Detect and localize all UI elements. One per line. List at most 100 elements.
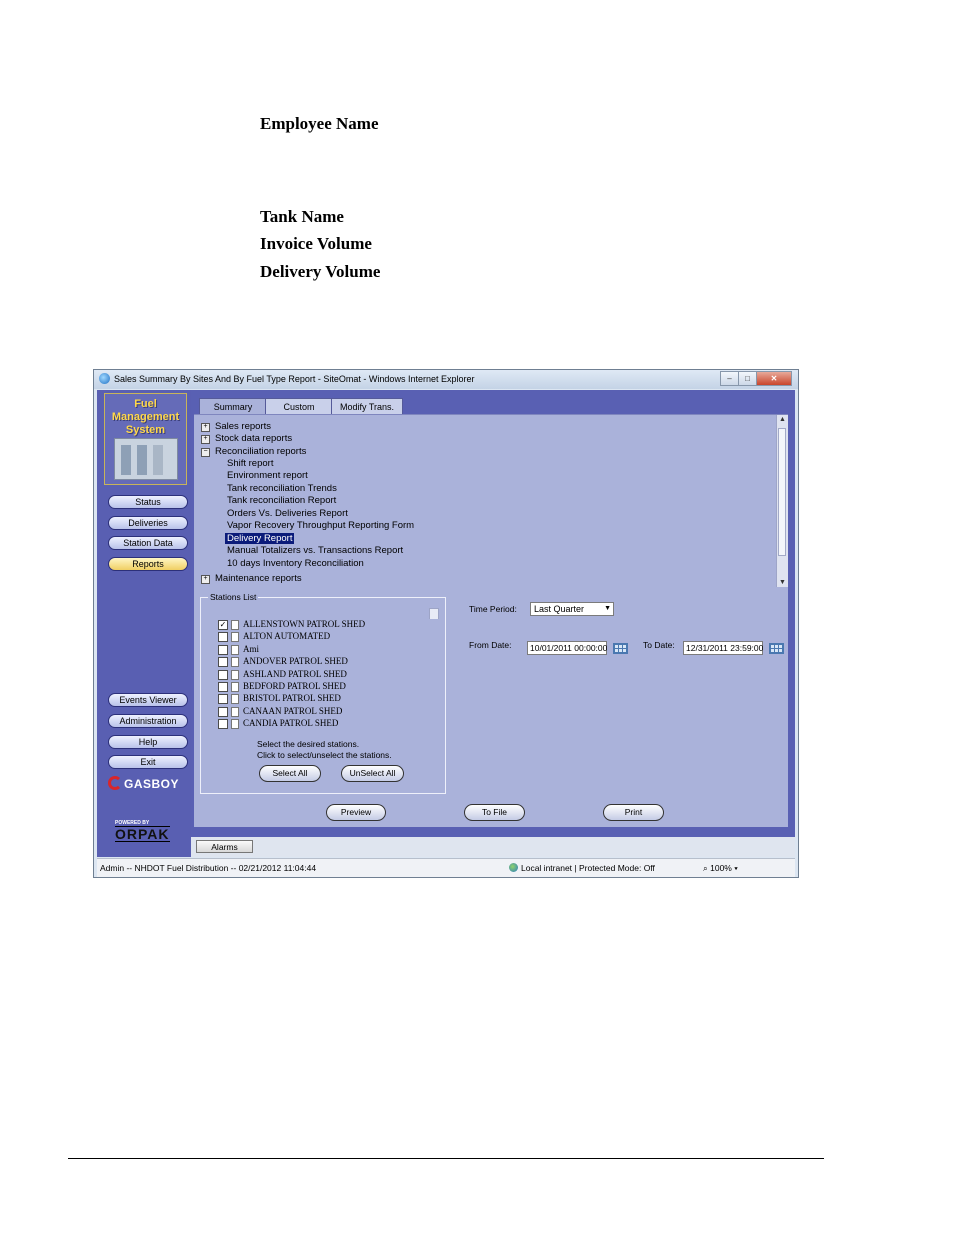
alarms-button[interactable]: Alarms	[196, 840, 253, 853]
tree-item-tank-reconciliation-report[interactable]: Tank reconciliation Report	[227, 495, 336, 506]
zoom-control[interactable]: ⌕ 100% ▾	[703, 863, 738, 874]
nav-status-button[interactable]: Status	[108, 495, 188, 509]
tree-item-tank-reconciliation-trends[interactable]: Tank reconciliation Trends	[227, 483, 337, 494]
stations-list: ✓ ALLENSTOWN PATROL SHED ALTON AUTOMATED Am…	[218, 619, 443, 743]
expand-maintenance-icon[interactable]: +	[201, 575, 210, 584]
station-name: BEDFORD PATROL SHED	[243, 681, 346, 691]
tree-item-vapor-recovery[interactable]: Vapor Recovery Throughput Reporting Form	[227, 520, 414, 531]
to-calendar-icon[interactable]	[769, 643, 784, 654]
station-name: CANDIA PATROL SHED	[243, 718, 339, 729]
scroll-up-icon[interactable]: ▲	[777, 416, 788, 423]
tree-item-shift-report[interactable]: Shift report	[227, 458, 273, 469]
administration-button[interactable]: Administration	[108, 714, 188, 728]
tree-item-sales-reports[interactable]: Sales reports	[215, 421, 271, 432]
time-period-value: Last Quarter	[534, 604, 585, 614]
tab-custom[interactable]: Custom	[265, 398, 333, 414]
preview-button[interactable]: Preview	[326, 804, 386, 821]
station-checkbox[interactable]: ✓	[218, 620, 228, 630]
station-checkbox[interactable]	[218, 694, 228, 705]
time-period-select[interactable]: Last Quarter ▼	[530, 602, 614, 616]
station-checkbox[interactable]	[218, 682, 228, 692]
station-checkbox[interactable]	[218, 706, 228, 717]
station-name: Ami	[243, 643, 260, 654]
scroll-down-icon[interactable]: ▼	[777, 579, 788, 586]
maximize-button[interactable]: □	[738, 371, 757, 386]
expand-stock-icon[interactable]: +	[201, 435, 210, 444]
title-bar[interactable]: Sales Summary By Sites And By Fuel Type …	[94, 370, 798, 389]
dropdown-arrow-icon: ▼	[604, 605, 611, 612]
station-document-icon	[231, 644, 239, 655]
stations-list-group: Stations List ✓ ALLENSTOWN PATROL SHED ALT…	[200, 592, 446, 794]
to-file-button[interactable]: To File	[464, 804, 525, 821]
station-checkbox[interactable]	[218, 657, 228, 668]
from-date-input[interactable]: 10/01/2011 00:00:00	[527, 641, 607, 655]
station-document-icon	[231, 706, 239, 717]
report-tree: + Sales reports + Stock data reports − R…	[194, 414, 788, 587]
station-name: CANAAN PATROL SHED	[243, 705, 343, 716]
station-document-icon	[231, 632, 239, 643]
nav-reports-button[interactable]: Reports	[108, 557, 188, 571]
stations-list-legend: Stations List	[208, 592, 259, 602]
tree-item-10-days-inventory[interactable]: 10 days Inventory Reconciliation	[227, 558, 364, 569]
station-document-icon	[231, 620, 239, 630]
station-document-icon	[231, 657, 239, 668]
stations-hint-click: Click to select/unselect the stations.	[257, 750, 392, 760]
doc-label-invoice-volume: Invoice Volume	[260, 234, 372, 253]
minimize-button[interactable]: –	[720, 371, 739, 386]
report-options-panel: Stations List ✓ ALLENSTOWN PATROL SHED ALT…	[194, 587, 788, 827]
gasboy-logo: GASBOY	[108, 776, 179, 791]
globe-icon	[509, 863, 518, 872]
tree-item-environment-report[interactable]: Environment report	[227, 470, 308, 481]
station-name: ALLENSTOWN PATROL SHED	[243, 619, 366, 629]
to-date-input[interactable]: 12/31/2011 23:59:00	[683, 641, 763, 655]
tree-item-reconciliation-reports[interactable]: Reconciliation reports	[215, 446, 306, 457]
print-button[interactable]: Print	[603, 804, 664, 821]
orpak-text: ORPAK	[115, 826, 170, 842]
tree-item-stock-data-reports[interactable]: Stock data reports	[215, 433, 292, 444]
unselect-all-button[interactable]: UnSelect All	[341, 765, 404, 782]
events-viewer-button[interactable]: Events Viewer	[108, 693, 188, 707]
tab-modify-trans[interactable]: Modify Trans.	[331, 398, 403, 414]
tree-scrollbar[interactable]: ▲ ▼	[776, 415, 788, 587]
tree-scroll-thumb[interactable]	[778, 428, 786, 556]
logo-line-system: System	[125, 424, 166, 436]
collapse-reconciliation-icon[interactable]: −	[201, 448, 210, 457]
station-checkbox[interactable]	[218, 719, 228, 730]
time-period-label: Time Period:	[469, 604, 517, 614]
doc-label-delivery-volume: Delivery Volume	[260, 262, 381, 281]
close-button[interactable]: ✕	[756, 371, 792, 386]
help-button[interactable]: Help	[108, 735, 188, 749]
tree-item-manual-totalizers[interactable]: Manual Totalizers vs. Transactions Repor…	[227, 545, 403, 556]
station-document-icon	[231, 694, 239, 705]
from-calendar-icon[interactable]	[613, 643, 628, 654]
status-session-text: Admin -- NHDOT Fuel Distribution -- 02/2…	[100, 863, 317, 873]
tree-item-orders-vs-deliveries[interactable]: Orders Vs. Deliveries Report	[227, 508, 348, 519]
station-checkbox[interactable]	[218, 632, 228, 643]
station-document-icon	[231, 669, 239, 680]
tab-summary[interactable]: Summary	[199, 398, 267, 414]
fms-logo: Fuel Management System	[104, 393, 187, 485]
doc-label-employee-name: Employee Name	[260, 114, 379, 133]
select-all-button[interactable]: Select All	[259, 765, 321, 782]
station-name: ALTON AUTOMATED	[243, 631, 331, 642]
from-date-label: From Date:	[469, 640, 512, 650]
doc-label-tank-name: Tank Name	[260, 207, 344, 226]
station-name: BRISTOL PATROL SHED	[243, 693, 341, 704]
security-zone[interactable]: Local intranet | Protected Mode: Off	[509, 863, 655, 873]
browser-window: Sales Summary By Sites And By Fuel Type …	[93, 369, 799, 878]
nav-deliveries-button[interactable]: Deliveries	[108, 516, 188, 530]
station-document-icon	[231, 682, 239, 692]
expand-sales-icon[interactable]: +	[201, 423, 210, 432]
tree-item-maintenance-reports[interactable]: Maintenance reports	[215, 573, 302, 584]
station-checkbox[interactable]	[218, 669, 228, 680]
nav-station-data-button[interactable]: Station Data	[108, 536, 188, 550]
station-checkbox[interactable]	[218, 644, 228, 655]
sidebar: Fuel Management System Status Deliveries…	[97, 390, 191, 857]
tree-item-delivery-report[interactable]: Delivery Report	[225, 533, 295, 544]
gasboy-mark-icon	[108, 776, 122, 790]
page-content: Fuel Management System Status Deliveries…	[97, 390, 795, 857]
to-date-label: To Date:	[643, 640, 675, 650]
status-bar: Admin -- NHDOT Fuel Distribution -- 02/2…	[97, 858, 795, 877]
window-title: Sales Summary By Sites And By Fuel Type …	[114, 374, 475, 384]
exit-button[interactable]: Exit	[108, 755, 188, 769]
